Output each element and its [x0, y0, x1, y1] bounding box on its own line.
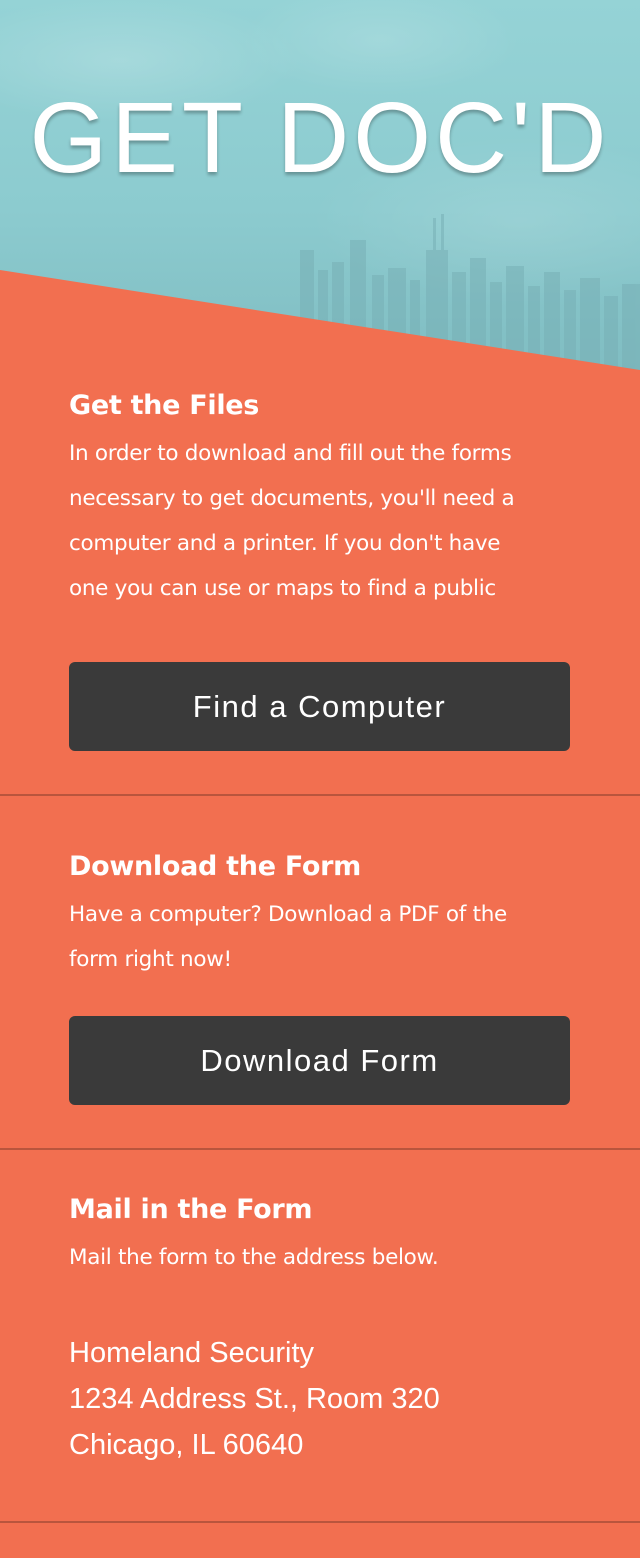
diagonal-divider-shape	[0, 270, 640, 380]
mail-form-heading: Mail in the Form	[69, 1194, 313, 1225]
download-form-heading: Download the Form	[69, 851, 361, 882]
mailing-address-line-3: Chicago, IL 60640	[69, 1429, 304, 1461]
get-files-body-line-4: one you can use or maps to find a public	[69, 576, 496, 601]
download-form-body-line-2: form right now!	[69, 947, 232, 972]
download-form-body-line-1: Have a computer? Download a PDF of the	[69, 902, 507, 927]
section-divider	[0, 1521, 640, 1523]
get-files-body-line-2: necessary to get documents, you'll need …	[69, 486, 515, 511]
download-form-button[interactable]: Download Form	[69, 1016, 570, 1105]
get-files-heading: Get the Files	[69, 390, 260, 421]
find-computer-button[interactable]: Find a Computer	[69, 662, 570, 751]
mail-form-body-line-1: Mail the form to the address below.	[69, 1245, 439, 1270]
get-files-body-line-1: In order to download and fill out the fo…	[69, 441, 512, 466]
mailing-address-line-2: 1234 Address St., Room 320	[69, 1383, 440, 1415]
section-divider	[0, 794, 640, 796]
section-divider	[0, 1148, 640, 1150]
get-files-body-line-3: computer and a printer. If you don't hav…	[69, 531, 501, 556]
mailing-address-line-1: Homeland Security	[69, 1337, 314, 1369]
